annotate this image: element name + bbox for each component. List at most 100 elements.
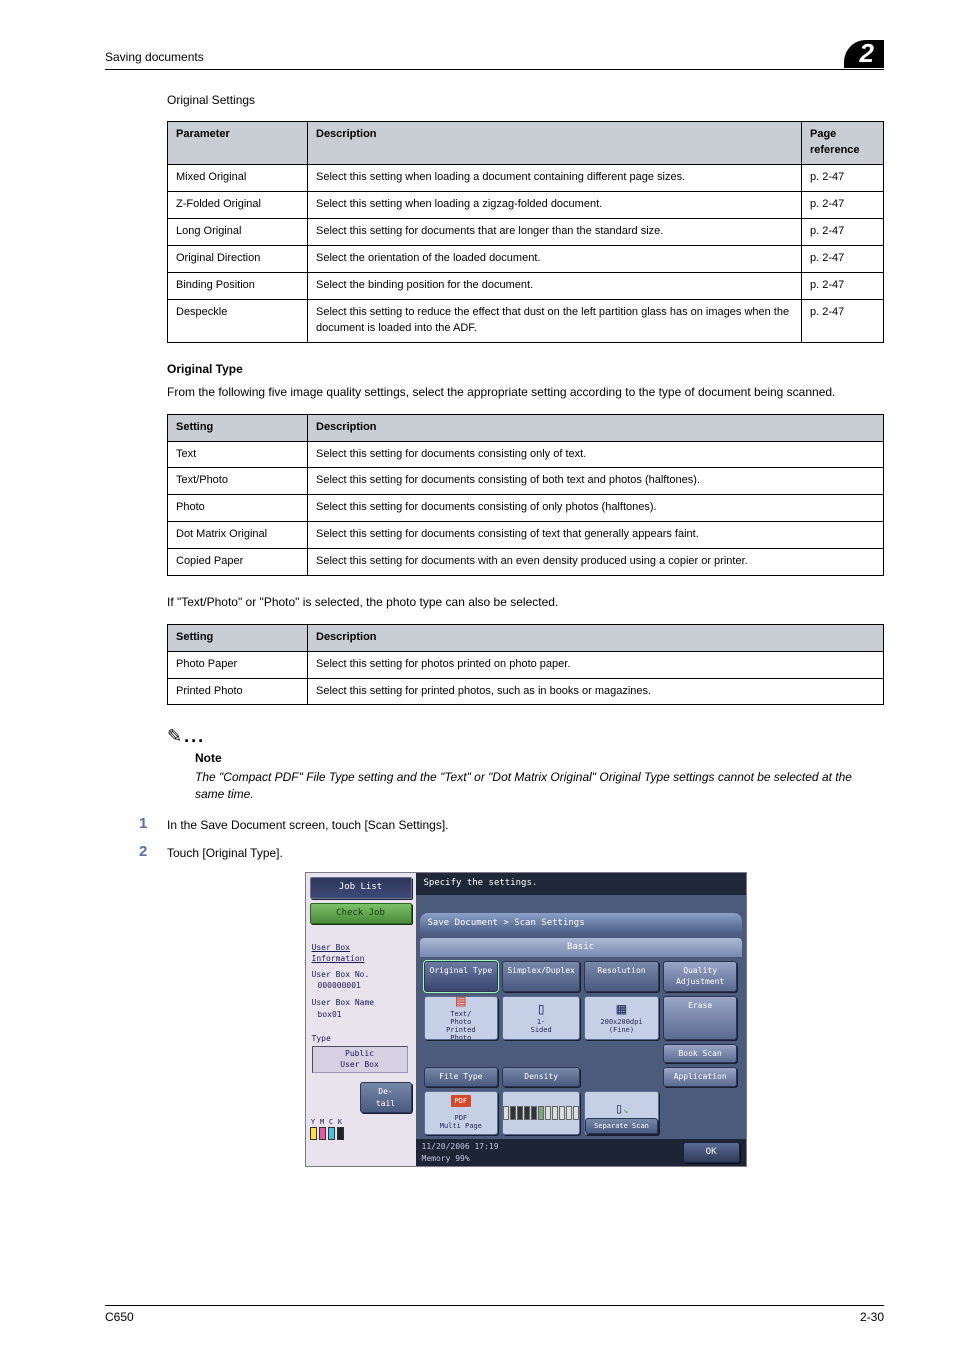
separate-scan-tile[interactable]: ▯↘ Separate Scan [584, 1091, 659, 1135]
note-block: ✎... Note The "Compact PDF" File Type se… [167, 723, 884, 803]
step-text: In the Save Document screen, touch [Scan… [167, 816, 449, 834]
toner-c-bar [328, 1127, 335, 1140]
grid-icon: ▦ [617, 1001, 627, 1017]
job-list-tab[interactable]: Job List [310, 877, 412, 898]
detail-button[interactable]: De- tail [360, 1082, 412, 1113]
tile-label: PDF Multi Page [440, 1115, 482, 1130]
toner-k-bar [337, 1127, 344, 1140]
running-head-section: Saving documents [105, 50, 204, 68]
cell: Original Direction [168, 246, 308, 273]
cell: Printed Photo [168, 678, 308, 705]
table-row: Printed PhotoSelect this setting for pri… [168, 678, 884, 705]
toner-y-label: Y [311, 1117, 315, 1127]
cell: p. 2-47 [802, 219, 884, 246]
section-title-original-type: Original Type [167, 361, 884, 378]
table-row: Photo PaperSelect this setting for photo… [168, 651, 884, 678]
photo-type-table: Setting Description Photo PaperSelect th… [167, 624, 884, 706]
ok-button[interactable]: OK [683, 1142, 740, 1163]
table-row: Copied PaperSelect this setting for docu… [168, 549, 884, 576]
density-button[interactable]: Density [502, 1067, 580, 1087]
table-row: Dot Matrix OriginalSelect this setting f… [168, 522, 884, 549]
table-row: Long OriginalSelect this setting for doc… [168, 219, 884, 246]
table-row: Original DirectionSelect the orientation… [168, 246, 884, 273]
toner-k-label: K [338, 1117, 342, 1127]
toner-m-bar [319, 1127, 326, 1140]
table-header: Setting [168, 624, 308, 651]
type-label: Type [312, 1033, 410, 1045]
user-box-no-label: User Box No. [312, 969, 410, 981]
cell: Select this setting when loading a zigza… [308, 192, 802, 219]
cell: Text [168, 441, 308, 468]
original-type-button[interactable]: Original Type [424, 961, 499, 992]
table-row: PhotoSelect this setting for documents c… [168, 495, 884, 522]
cell: Z-Folded Original [168, 192, 308, 219]
cell: p. 2-47 [802, 273, 884, 300]
check-job-button[interactable]: Check Job [310, 903, 412, 924]
table-row: TextSelect this setting for documents co… [168, 441, 884, 468]
cell: Select this setting for printed photos, … [308, 678, 884, 705]
page-icon: ▯ [536, 1001, 546, 1017]
cell: Select this setting to reduce the effect… [308, 299, 802, 342]
cell: p. 2-47 [802, 165, 884, 192]
table-header: Parameter [168, 122, 308, 165]
cell: Select this setting for documents that a… [308, 219, 802, 246]
note-dots-icon: ... [184, 726, 205, 746]
step-number: 2 [139, 844, 167, 859]
table-header: Description [308, 122, 802, 165]
simplex-tile[interactable]: ▯ 1- Sided [502, 996, 580, 1040]
file-type-button[interactable]: File Type [424, 1067, 499, 1087]
cell: p. 2-47 [802, 192, 884, 219]
toner-levels: Y M C K [306, 1115, 416, 1142]
density-tile[interactable] [502, 1091, 580, 1135]
table-row: Text/PhotoSelect this setting for docume… [168, 468, 884, 495]
separate-scan-label: Separate Scan [585, 1118, 658, 1134]
cell: Select this setting for documents consis… [308, 468, 884, 495]
resolution-button[interactable]: Resolution [584, 961, 659, 992]
file-type-tile[interactable]: PDF PDF Multi Page [424, 1091, 499, 1135]
note-icon: ✎ [167, 723, 182, 749]
cell: Despeckle [168, 299, 308, 342]
tile-label: Text/ Photo Printed Photo [446, 1011, 476, 1042]
original-settings-table: Parameter Description Page reference Mix… [167, 121, 884, 342]
page-split-icon: ▯↘ [615, 1102, 628, 1116]
pdf-badge-icon: PDF [451, 1095, 472, 1107]
simplex-duplex-button[interactable]: Simplex/Duplex [502, 961, 580, 992]
toner-m-label: M [320, 1117, 324, 1127]
cell: Long Original [168, 219, 308, 246]
note-body: The "Compact PDF" File Type setting and … [195, 769, 884, 804]
resolution-tile[interactable]: ▦ 200x200dpi (Fine) [584, 996, 659, 1040]
tile-label: 200x200dpi (Fine) [600, 1019, 642, 1034]
cell: Select this setting when loading a docum… [308, 165, 802, 192]
section-title-original-settings: Original Settings [167, 92, 884, 109]
cell: p. 2-47 [802, 246, 884, 273]
erase-button[interactable]: Erase [663, 996, 738, 1040]
toner-y-bar [310, 1127, 317, 1140]
chapter-number-badge: 2 [844, 40, 884, 68]
quality-adjustment-button[interactable]: Quality Adjustment [663, 961, 738, 992]
screenshot-scan-settings: Job List Check Job User Box Information … [305, 872, 747, 1167]
footer-page-number: 2-30 [860, 1310, 884, 1324]
datetime-label: 11/20/2006 17:19 [422, 1141, 499, 1153]
type-value: Public User Box [312, 1046, 408, 1073]
cell: Text/Photo [168, 468, 308, 495]
book-scan-button[interactable]: Book Scan [663, 1044, 738, 1064]
paragraph: If "Text/Photo" or "Photo" is selected, … [167, 594, 884, 611]
cell: Photo Paper [168, 651, 308, 678]
cell: Select this setting for documents consis… [308, 522, 884, 549]
cell: Binding Position [168, 273, 308, 300]
original-type-tile[interactable]: ▤ Text/ Photo Printed Photo [424, 996, 499, 1040]
cell: p. 2-47 [802, 299, 884, 342]
cell: Select this setting for documents with a… [308, 549, 884, 576]
table-header: Description [308, 624, 884, 651]
cell: Photo [168, 495, 308, 522]
user-box-name-value: box01 [318, 1009, 410, 1021]
table-row: Binding PositionSelect the binding posit… [168, 273, 884, 300]
tab-basic[interactable]: Basic [420, 938, 742, 957]
cell: Select this setting for documents consis… [308, 441, 884, 468]
application-button[interactable]: Application [663, 1067, 738, 1087]
step-text: Touch [Original Type]. [167, 844, 283, 862]
table-row: Z-Folded OriginalSelect this setting whe… [168, 192, 884, 219]
table-header: Page reference [802, 122, 884, 165]
cell: Select this setting for photos printed o… [308, 651, 884, 678]
cell: Dot Matrix Original [168, 522, 308, 549]
